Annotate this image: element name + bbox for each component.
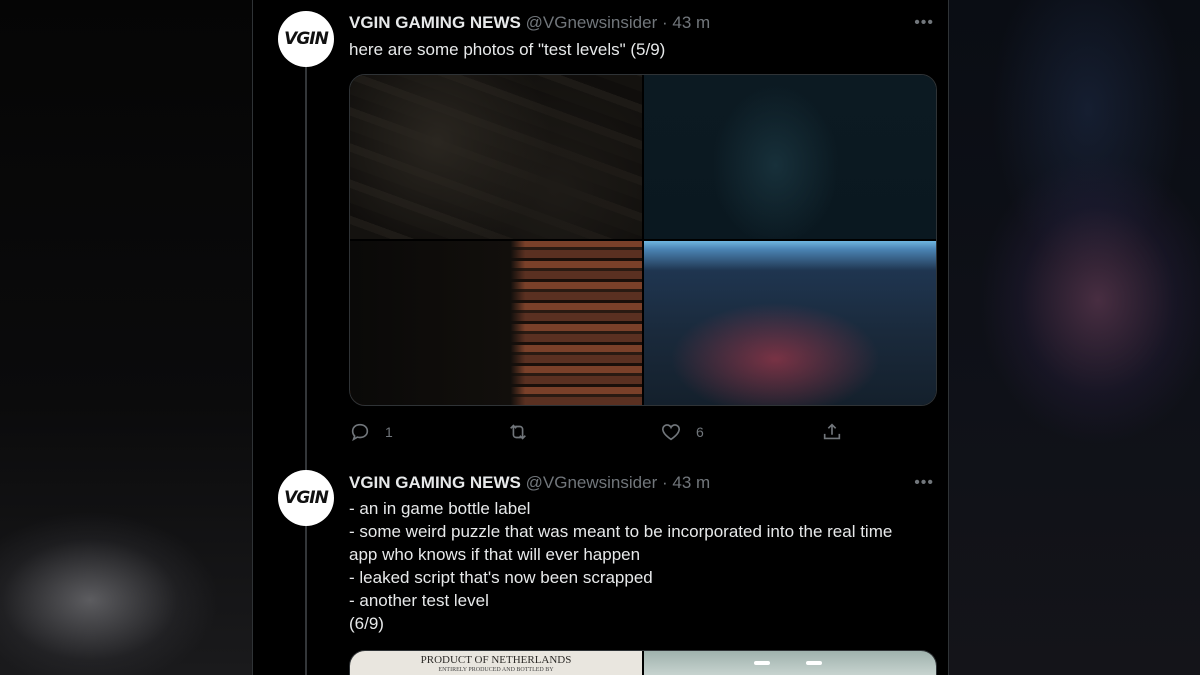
author-handle[interactable]: @VGnewsinsider — [526, 473, 658, 492]
share-icon — [823, 423, 841, 440]
author-handle[interactable]: @VGnewsinsider — [526, 13, 658, 32]
like-button[interactable]: 6 — [660, 421, 704, 443]
tweet-text-line: - an in game bottle label — [349, 499, 531, 518]
header-separator: · — [661, 473, 668, 492]
like-count: 6 — [696, 424, 704, 440]
tweet-thread: VGIN VGIN GAMING NEWS @VGnewsinsider · 4… — [252, 0, 949, 675]
more-icon[interactable]: ••• — [914, 14, 934, 32]
tweet-timestamp[interactable]: 43 m — [672, 473, 710, 492]
tweet-timestamp[interactable]: 43 m — [672, 13, 710, 32]
bottle-label-photo[interactable]: PRODUCT OF NETHERLANDS ENTIRELY PRODUCED… — [350, 651, 642, 675]
blurred-background-left — [0, 0, 252, 675]
tweet-text-line: here are some photos of "test levels" (5… — [349, 40, 666, 59]
bottle-label-title: PRODUCT OF NETHERLANDS — [420, 654, 572, 666]
tweet-media-grid: PRODUCT OF NETHERLANDS ENTIRELY PRODUCED… — [349, 650, 937, 675]
heart-icon — [661, 424, 681, 441]
avatar[interactable]: VGIN — [278, 11, 334, 67]
dark-stone-wall-photo[interactable] — [350, 75, 642, 239]
header-separator: · — [661, 13, 668, 32]
bottle-label-subtitle: ENTIRELY PRODUCED AND BOTTLED BY — [438, 667, 554, 673]
author-name[interactable]: VGIN GAMING NEWS — [349, 473, 521, 492]
retweet-button[interactable] — [507, 421, 543, 443]
author-name[interactable]: VGIN GAMING NEWS — [349, 13, 521, 32]
tweet-text-line: app who knows if that will ever happen — [349, 545, 641, 564]
red-lit-rubble-level-photo[interactable] — [644, 241, 936, 405]
tweet-text-line: - some weird puzzle that was meant to be… — [349, 522, 893, 541]
tweet-header: VGIN GAMING NEWS @VGnewsinsider · 43 m — [349, 13, 710, 33]
tweet-header: VGIN GAMING NEWS @VGnewsinsider · 43 m — [349, 473, 710, 493]
avatar[interactable]: VGIN — [278, 470, 334, 526]
tweet-actions: 1 6 — [349, 421, 849, 445]
reply-count: 1 — [385, 424, 393, 440]
avatar-logo-text: VGIN — [284, 488, 329, 508]
tweet-text: here are some photos of "test levels" (5… — [349, 38, 929, 61]
more-icon[interactable]: ••• — [914, 474, 934, 492]
ceiling-lamp — [754, 661, 770, 665]
avatar-logo-text: VGIN — [284, 29, 329, 49]
corridor-test-level-photo[interactable] — [644, 651, 936, 675]
tweet-text: - an in game bottle label - some weird p… — [349, 497, 929, 635]
reply-icon — [351, 423, 369, 442]
tweet-media-grid — [349, 74, 937, 406]
blurred-background-right — [948, 0, 1200, 675]
share-button[interactable] — [821, 421, 843, 443]
dark-blue-hand-photo[interactable] — [644, 75, 936, 239]
retweet-icon — [510, 424, 526, 440]
reply-button[interactable]: 1 — [349, 421, 393, 443]
thread-connector-line — [305, 66, 307, 675]
ceiling-lamp — [806, 661, 822, 665]
brick-column-photo[interactable] — [350, 241, 642, 405]
tweet-text-line: (6/9) — [349, 614, 384, 633]
tweet-text-line: - leaked script that's now been scrapped — [349, 568, 653, 587]
tweet-text-line: - another test level — [349, 591, 489, 610]
